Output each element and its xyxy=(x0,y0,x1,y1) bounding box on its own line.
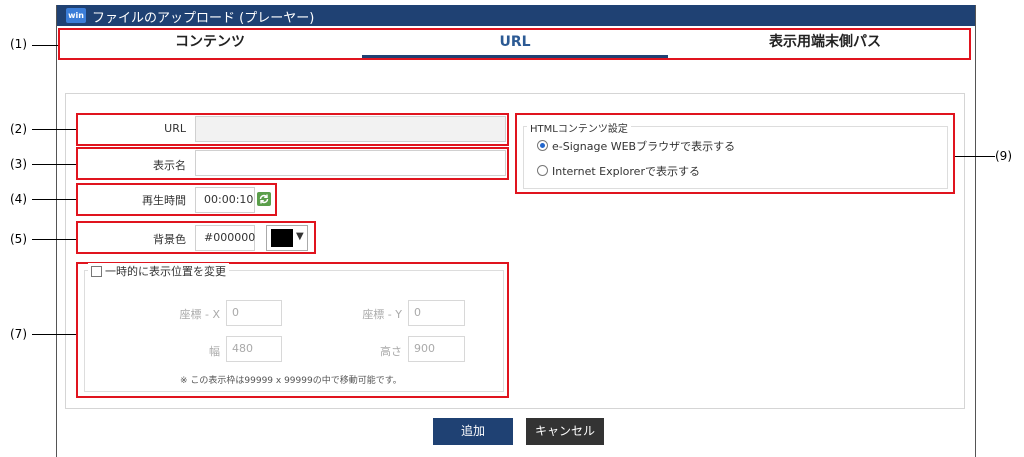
active-tab-indicator xyxy=(362,55,668,58)
playback-time-input[interactable]: 00:00:10 xyxy=(195,187,255,213)
callout-7-line xyxy=(32,334,76,335)
radio-internet-explorer[interactable] xyxy=(537,165,548,176)
tab-url[interactable]: URL xyxy=(415,32,615,56)
callout-4: (4) xyxy=(10,192,27,206)
add-button[interactable]: 追加 xyxy=(433,418,513,445)
bg-color-input[interactable]: #000000 xyxy=(195,225,255,251)
html-settings-legend: HTMLコンテンツ設定 xyxy=(527,120,631,135)
radio-internet-explorer-label: Internet Explorerで表示する xyxy=(552,165,700,178)
x-label: 座標 - X xyxy=(179,308,221,321)
radio-esignage-browser[interactable] xyxy=(537,140,548,151)
callout-2: (2) xyxy=(10,122,27,136)
callout-9-line xyxy=(955,156,995,157)
cancel-button[interactable]: キャンセル xyxy=(526,418,604,445)
callout-3: (3) xyxy=(10,157,27,171)
url-input[interactable] xyxy=(195,116,506,142)
position-legend: 一時的に表示位置を変更 xyxy=(88,263,229,279)
tab-content[interactable]: コンテンツ xyxy=(110,32,310,56)
bg-color-label: 背景色 xyxy=(153,233,186,246)
html-settings-fieldset xyxy=(523,126,948,189)
display-name-label: 表示名 xyxy=(153,159,186,172)
callout-1: (1) xyxy=(10,37,27,51)
refresh-icon[interactable] xyxy=(257,192,271,206)
tab-device-path[interactable]: 表示用端末側パス xyxy=(715,32,935,56)
app-logo-icon: win xyxy=(66,8,86,23)
callout-5-line xyxy=(32,239,76,240)
url-label: URL xyxy=(164,122,186,135)
callout-1-line xyxy=(32,45,58,46)
radio-esignage-browser-label: e-Signage WEBブラウザで表示する xyxy=(552,140,736,153)
x-input[interactable]: 0 xyxy=(226,300,282,326)
callout-4-line xyxy=(32,199,76,200)
position-note: ※ この表示枠は99999 x 99999の中で移動可能です。 xyxy=(180,376,402,386)
callout-9: (9) xyxy=(995,149,1012,163)
callout-5: (5) xyxy=(10,232,27,246)
position-checkbox-label: 一時的に表示位置を変更 xyxy=(105,265,226,278)
display-name-input[interactable] xyxy=(195,150,506,176)
height-input[interactable]: 900 xyxy=(408,336,465,362)
position-checkbox[interactable] xyxy=(91,265,102,277)
callout-3-line xyxy=(32,164,76,165)
y-label: 座標 - Y xyxy=(362,308,402,321)
color-picker[interactable]: ▼ xyxy=(266,225,308,251)
callout-7: (7) xyxy=(10,327,27,341)
width-label: 幅 xyxy=(209,345,220,358)
chevron-down-icon: ▼ xyxy=(296,231,304,242)
playback-time-label: 再生時間 xyxy=(142,194,186,207)
window-title: ファイルのアップロード (プレーヤー) xyxy=(92,11,315,26)
callout-2-line xyxy=(32,129,76,130)
height-label: 高さ xyxy=(380,345,402,358)
color-swatch xyxy=(271,229,293,247)
y-input[interactable]: 0 xyxy=(408,300,465,326)
width-input[interactable]: 480 xyxy=(226,336,282,362)
